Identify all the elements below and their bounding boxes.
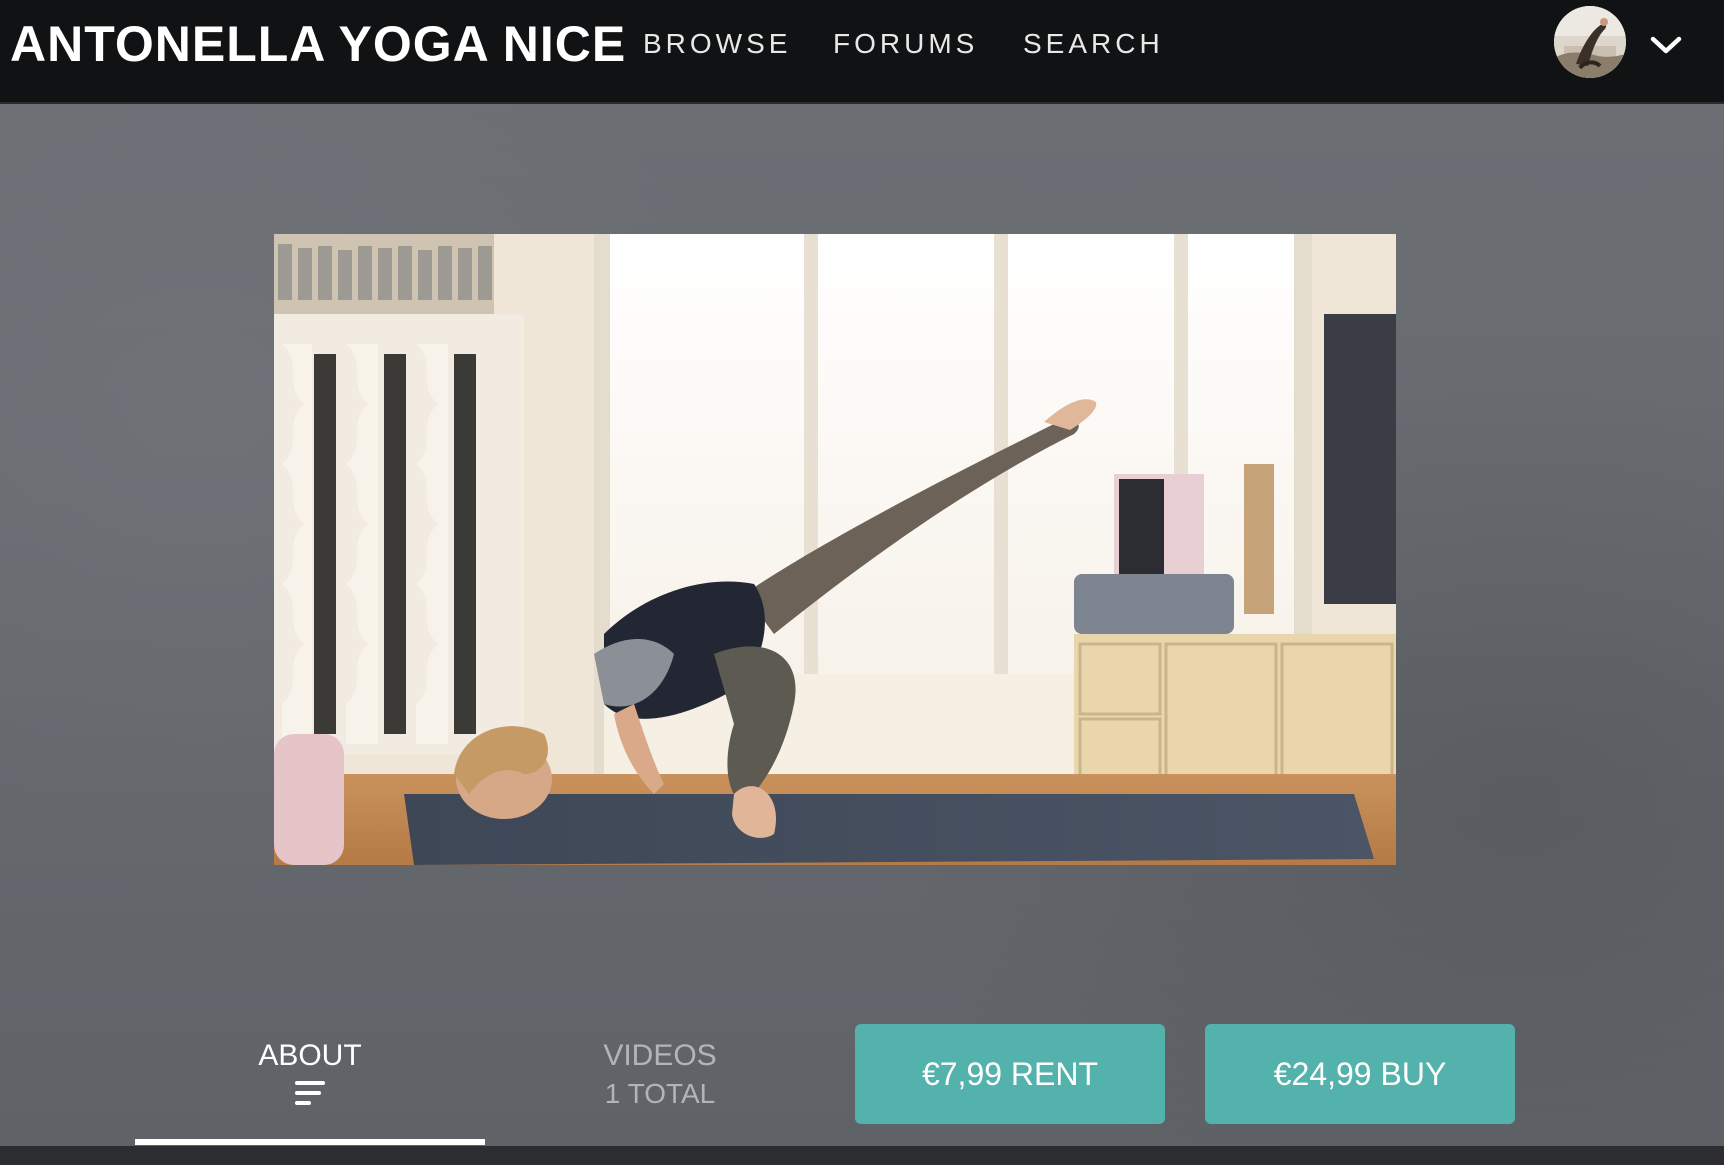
yoga-pose-image [274,234,1396,865]
tab-about-label: ABOUT [258,1039,362,1072]
nav-forums-link[interactable]: FORUMS [833,28,978,60]
tab-videos[interactable]: VIDEOS 1 TOTAL [535,1038,785,1128]
video-thumbnail[interactable] [274,234,1396,865]
avatar-photo-icon [1554,6,1626,78]
rent-button[interactable]: €7,99 RENT [855,1024,1165,1124]
videos-count: 1 TOTAL [604,1078,716,1109]
tab-about[interactable]: ABOUT [135,1038,485,1146]
nav-search-link[interactable]: SEARCH [1023,28,1164,60]
tab-videos-label: VIDEOS [603,1039,717,1072]
bottom-divider [0,1146,1724,1165]
nav-browse-link[interactable]: BROWSE [643,28,791,60]
buy-button[interactable]: €24,99 BUY [1205,1024,1515,1124]
chevron-down-icon[interactable] [1648,30,1684,60]
active-tab-indicator [135,1139,485,1145]
text-lines-icon [295,1081,325,1105]
top-navigation-bar: ANTONELLA YOGA NICE BROWSE FORUMS SEARCH [0,0,1724,104]
site-brand[interactable]: ANTONELLA YOGA NICE [10,14,626,74]
user-avatar[interactable] [1554,6,1626,78]
